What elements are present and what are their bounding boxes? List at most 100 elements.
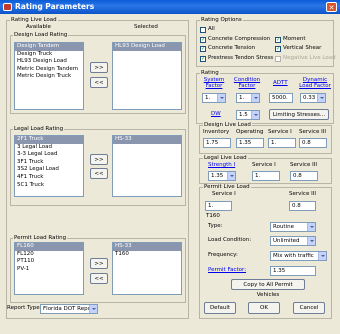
frequency-select[interactable]: Mix with traffic [270, 251, 327, 261]
concrete-tension-checkbox[interactable]: ✓ [200, 46, 206, 52]
frequency-value: Mix with traffic [273, 253, 314, 259]
prestress-tendon-stress-label: Prestress Tendon Stress [208, 55, 274, 61]
legal-service1-label: Service I [252, 162, 276, 168]
available-header: Available [26, 24, 51, 30]
list-item[interactable]: Metric Design Truck [15, 73, 83, 81]
design-remove-button[interactable]: << [90, 77, 108, 88]
load-condition-label: Load Condition: [208, 237, 252, 243]
list-item[interactable]: FL160 [15, 243, 83, 251]
strength1-label[interactable]: Strength I [208, 162, 235, 169]
permit-selected-list[interactable]: HS-33 T160 [112, 242, 182, 295]
chevron-down-icon [89, 305, 97, 313]
permit-factor-input[interactable]: 1.35 [270, 266, 316, 276]
list-item[interactable]: FL120 [15, 251, 83, 259]
concrete-compression-checkbox[interactable]: ✓ [200, 37, 206, 43]
inventory-input[interactable]: 1.75 [203, 138, 231, 148]
type-value: Routine [273, 224, 294, 230]
ok-button[interactable]: OK [248, 302, 280, 314]
list-item[interactable]: Metric Design Tandem [15, 66, 83, 74]
system-factor-label[interactable]: System Factor [200, 77, 228, 89]
window-title: Rating Parameters [15, 2, 95, 11]
design-add-button[interactable]: >> [90, 62, 108, 73]
condition-factor-select[interactable]: 1. [236, 93, 260, 103]
permit-service3-input[interactable]: 0.8 [289, 201, 316, 211]
copy-to-all-permit-vehicles-button[interactable]: Copy to All Permit Vehicles [231, 279, 305, 298]
legal-selected-list[interactable]: HS-33 [112, 135, 182, 197]
legal-load-rating-label: Legal Load Rating [13, 126, 65, 132]
list-item[interactable]: 3 Legal Load [15, 144, 83, 152]
list-item[interactable]: 3S2 Legal Load [15, 166, 83, 174]
adtt-label[interactable]: ADTT [273, 80, 288, 87]
chevron-down-icon [227, 172, 235, 180]
list-item[interactable]: 2F1 Truck [15, 136, 83, 144]
load-condition-value: Unlimited [273, 238, 300, 244]
type-select[interactable]: Routine [270, 222, 316, 232]
chevron-down-icon [307, 223, 315, 231]
operating-input[interactable]: 1.35 [236, 138, 264, 148]
list-item[interactable]: Design Tandem [15, 43, 83, 51]
dynamic-load-factor-label[interactable]: Dynamic Load Factor [297, 77, 333, 89]
all-label: All [208, 26, 215, 32]
close-icon: ✕ [328, 4, 335, 12]
list-item[interactable]: T160 [113, 251, 181, 259]
design-service1-label: Service I [268, 129, 292, 135]
legal-available-list[interactable]: 2F1 Truck 3 Legal Load 3-3 Legal Load 3F… [14, 135, 84, 197]
report-type-value: Florida DOT Report [43, 306, 96, 312]
default-button[interactable]: Default [204, 302, 236, 314]
adtt-input[interactable]: 5000. [269, 93, 293, 103]
limiting-stresses-button[interactable]: Limiting Stresses... [269, 109, 329, 120]
permit-live-load-label: Permit Live Load [203, 184, 251, 190]
report-type-select[interactable]: Florida DOT Report [40, 304, 98, 314]
cancel-button[interactable]: Cancel [293, 302, 325, 314]
legal-service3-label: Service III [290, 162, 317, 168]
system-factor-select[interactable]: 1. [202, 93, 226, 103]
permit-service1-input[interactable]: 1. [205, 201, 232, 211]
chevron-down-icon [217, 94, 225, 102]
moment-label: Moment [283, 36, 306, 42]
design-available-list[interactable]: Design Tandem Design Truck HL93 Design L… [14, 42, 84, 110]
design-service1-input[interactable]: 1. [268, 138, 296, 148]
all-checkbox[interactable] [200, 27, 206, 33]
list-item[interactable]: 5C1 Truck [15, 182, 83, 190]
permit-vehicle-name: T160 [206, 213, 220, 219]
list-item[interactable]: HL93 Design Load [113, 43, 181, 51]
strength1-value: 1.35 [211, 173, 224, 179]
list-item[interactable]: HS-33 [113, 136, 181, 144]
close-button[interactable]: ✕ [326, 2, 337, 12]
load-condition-select[interactable]: Unlimited [270, 236, 316, 246]
list-item[interactable]: HS-33 [113, 243, 181, 251]
design-service3-input[interactable]: 0.8 [299, 138, 327, 148]
strength1-select[interactable]: 1.35 [208, 171, 236, 181]
permit-remove-button[interactable]: << [90, 273, 108, 284]
moment-checkbox[interactable]: ✓ [275, 37, 281, 43]
list-item[interactable]: PT110 [15, 258, 83, 266]
dw-select[interactable]: 1.5 [236, 110, 260, 120]
legal-service1-input[interactable]: 1. [252, 171, 280, 181]
permit-add-button[interactable]: >> [90, 258, 108, 269]
permit-load-rating-label: Permit Load Rating [13, 235, 68, 241]
condition-factor-label[interactable]: Condition Factor [233, 77, 261, 89]
dw-label[interactable]: DW [211, 111, 221, 118]
dynamic-load-factor-select[interactable]: 0.33 [300, 93, 326, 103]
list-item[interactable]: 4F1 Truck [15, 174, 83, 182]
chevron-down-icon [307, 237, 315, 245]
list-item[interactable]: 3F1 Truck [15, 159, 83, 167]
list-item[interactable]: Design Truck [15, 51, 83, 59]
legal-service3-input[interactable]: 0.8 [290, 171, 318, 181]
list-item[interactable]: PV-1 [15, 266, 83, 274]
app-icon [3, 3, 12, 11]
list-item[interactable]: HL93 Design Load [15, 58, 83, 66]
chevron-down-icon [251, 111, 259, 119]
rating-parameters-dialog: Rating Parameters ✕ Rating Live Load Ava… [0, 0, 340, 334]
legal-remove-button[interactable]: << [90, 168, 108, 179]
vertical-shear-label: Vertical Shear [283, 45, 322, 51]
list-item[interactable]: 3-3 Legal Load [15, 151, 83, 159]
design-selected-list[interactable]: HL93 Design Load [112, 42, 182, 110]
vertical-shear-checkbox[interactable]: ✓ [275, 46, 281, 52]
legal-add-button[interactable]: >> [90, 154, 108, 165]
concrete-tension-label: Concrete Tension [208, 45, 256, 51]
permit-available-list[interactable]: FL160 FL120 PT110 PV-1 [14, 242, 84, 295]
chevron-down-icon [318, 252, 326, 260]
permit-factor-label[interactable]: Permit Factor: [208, 267, 246, 274]
prestress-tendon-stress-checkbox[interactable]: ✓ [200, 56, 206, 62]
